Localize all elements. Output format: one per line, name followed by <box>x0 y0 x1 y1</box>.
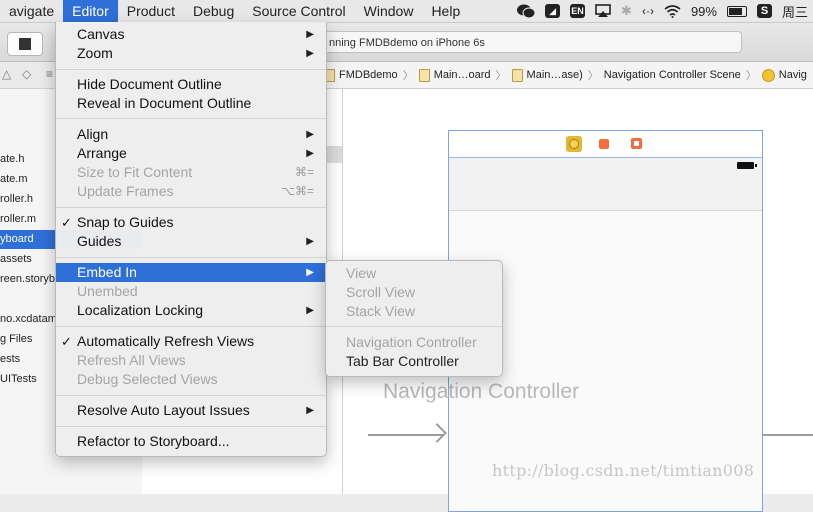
menu-product[interactable]: Product <box>118 0 184 22</box>
menu-separator <box>326 326 502 327</box>
menu-separator <box>56 326 326 327</box>
submenu-arrow-icon: ▶ <box>306 267 314 278</box>
stop-icon <box>19 38 31 50</box>
menu-help[interactable]: Help <box>422 0 469 22</box>
menu-navigate[interactable]: avigate <box>0 0 63 22</box>
file-icon <box>511 68 523 82</box>
checkmark-icon: ✓ <box>61 334 72 349</box>
menu-bar: avigate Editor Product Debug Source Cont… <box>0 0 813 23</box>
crumb-navigation[interactable]: Navig <box>761 68 807 82</box>
menu-debug[interactable]: Debug <box>184 0 243 22</box>
submenu-item-scroll-view: Scroll View <box>346 284 415 300</box>
submenu-arrow-icon: ▶ <box>306 129 314 140</box>
crumb-scene[interactable]: Navigation Controller Scene <box>429 69 741 116</box>
navigation-controller-icon <box>761 68 775 82</box>
menu-item-size-to-fit: Size to Fit Content ⌘= <box>77 164 314 180</box>
menu-separator <box>56 69 326 70</box>
editor-menu: Canvas ▶ Zoom ▶ Hide Document Outline Reve… <box>55 22 327 457</box>
menu-item-unembed: Unembed <box>77 283 138 299</box>
menu-item-refresh-all: Refresh All Views <box>77 352 186 368</box>
menu-separator <box>56 118 326 119</box>
s-app-icon[interactable]: S <box>756 4 772 18</box>
menu-item-debug-selected: Debug Selected Views <box>77 371 218 387</box>
menu-item-localization-locking[interactable]: Localization Locking ▶ <box>56 301 326 320</box>
breadcrumb: FMDBdemo 〉 Main…oard 〉 Main…ase) 〉 Navig… <box>324 62 807 116</box>
status-area: ◢ EN ✱ ‹·› 99% S 周三 <box>512 0 813 22</box>
menu-item-reveal-outline[interactable]: Reveal in Document Outline <box>56 94 326 113</box>
debug-icon[interactable]: ≡ <box>46 67 53 81</box>
menu-item-align[interactable]: Align ▶ <box>56 125 326 144</box>
battery-icon <box>737 162 757 169</box>
submenu-arrow-icon: ▶ <box>306 405 314 416</box>
submenu-item-tab-bar-controller[interactable]: Tab Bar Controller <box>326 352 502 371</box>
submenu-arrow-icon: ▶ <box>306 305 314 316</box>
submenu-item-navigation-controller: Navigation Controller <box>346 334 477 350</box>
app-icon[interactable]: ◢ <box>545 4 561 18</box>
menu-source-control[interactable]: Source Control <box>243 0 354 22</box>
menu-item-embed-in[interactable]: Embed In ▶ <box>56 263 326 282</box>
clock[interactable]: 周三 <box>782 2 808 21</box>
watermark: http://blog.csdn.net/timtian008 <box>492 461 755 480</box>
battery-icon[interactable] <box>726 5 747 17</box>
warning-icon[interactable]: △ <box>2 67 11 81</box>
scene-title: Navigation Controller <box>383 380 580 403</box>
relationship-segue-line <box>763 434 813 436</box>
menu-item-canvas[interactable]: Canvas ▶ <box>56 25 326 44</box>
wechat-icon[interactable] <box>517 4 536 19</box>
activity-status: nning FMDBdemo on iPhone 6s <box>300 31 742 53</box>
crumb-project[interactable]: FMDBdemo <box>324 68 398 82</box>
file-icon <box>418 68 430 82</box>
input-method-icon[interactable]: EN <box>570 4 586 18</box>
menu-separator <box>56 426 326 427</box>
menu-item-arrange[interactable]: Arrange ▶ <box>56 144 326 163</box>
chevron-right-icon: 〉 <box>745 70 757 82</box>
stop-button[interactable] <box>7 32 43 56</box>
menu-item-guides[interactable]: Guides ▶ <box>56 232 326 251</box>
menu-separator <box>56 207 326 208</box>
submenu-arrow-icon: ▶ <box>306 148 314 159</box>
scene-dock <box>449 131 762 158</box>
menu-item-snap-to-guides[interactable]: ✓ Snap to Guides <box>56 213 326 232</box>
checkmark-icon: ✓ <box>61 215 72 230</box>
chevron-right-icon: 〉 <box>495 70 507 82</box>
wifi-icon[interactable] <box>664 4 681 18</box>
crumb-base[interactable]: Main…ase) <box>511 68 583 82</box>
battery-percent[interactable]: 99% <box>691 4 717 19</box>
menu-item-hide-outline[interactable]: Hide Document Outline <box>56 75 326 94</box>
exit-icon[interactable] <box>631 138 642 149</box>
menu-item-update-frames: Update Frames ⌥⌘= <box>77 183 314 199</box>
menu-item-auto-refresh[interactable]: ✓ Automatically Refresh Views <box>56 332 326 351</box>
submenu-item-view: View <box>346 265 377 281</box>
menu-item-resolve-auto-layout[interactable]: Resolve Auto Layout Issues ▶ <box>56 401 326 420</box>
entry-arrow-icon <box>427 423 447 443</box>
navigation-controller-icon[interactable] <box>566 136 582 152</box>
airplay-icon[interactable] <box>595 4 611 18</box>
submenu-arrow-icon: ▶ <box>306 48 314 59</box>
submenu-arrow-icon: ▶ <box>306 29 314 40</box>
bluetooth-icon[interactable]: ✱ <box>621 3 632 19</box>
chevron-right-icon: 〉 <box>587 70 599 82</box>
menu-item-refactor[interactable]: Refactor to Storyboard... <box>56 432 326 451</box>
chevron-right-icon: 〉 <box>402 70 414 82</box>
menu-separator <box>56 257 326 258</box>
test-icon[interactable]: ◇ <box>22 67 31 81</box>
embed-in-submenu: View Scroll View Stack View Navigation C… <box>325 260 503 377</box>
navigation-bar[interactable] <box>449 158 762 211</box>
code-icon[interactable]: ‹·› <box>642 4 654 18</box>
menu-editor[interactable]: Editor <box>63 0 118 22</box>
menu-separator <box>56 395 326 396</box>
menu-window[interactable]: Window <box>355 0 423 22</box>
crumb-storyboard[interactable]: Main…oard <box>418 68 491 82</box>
menu-item-zoom[interactable]: Zoom ▶ <box>56 44 326 63</box>
submenu-arrow-icon: ▶ <box>306 236 314 247</box>
submenu-item-stack-view: Stack View <box>346 303 415 319</box>
first-responder-icon[interactable] <box>599 139 609 149</box>
